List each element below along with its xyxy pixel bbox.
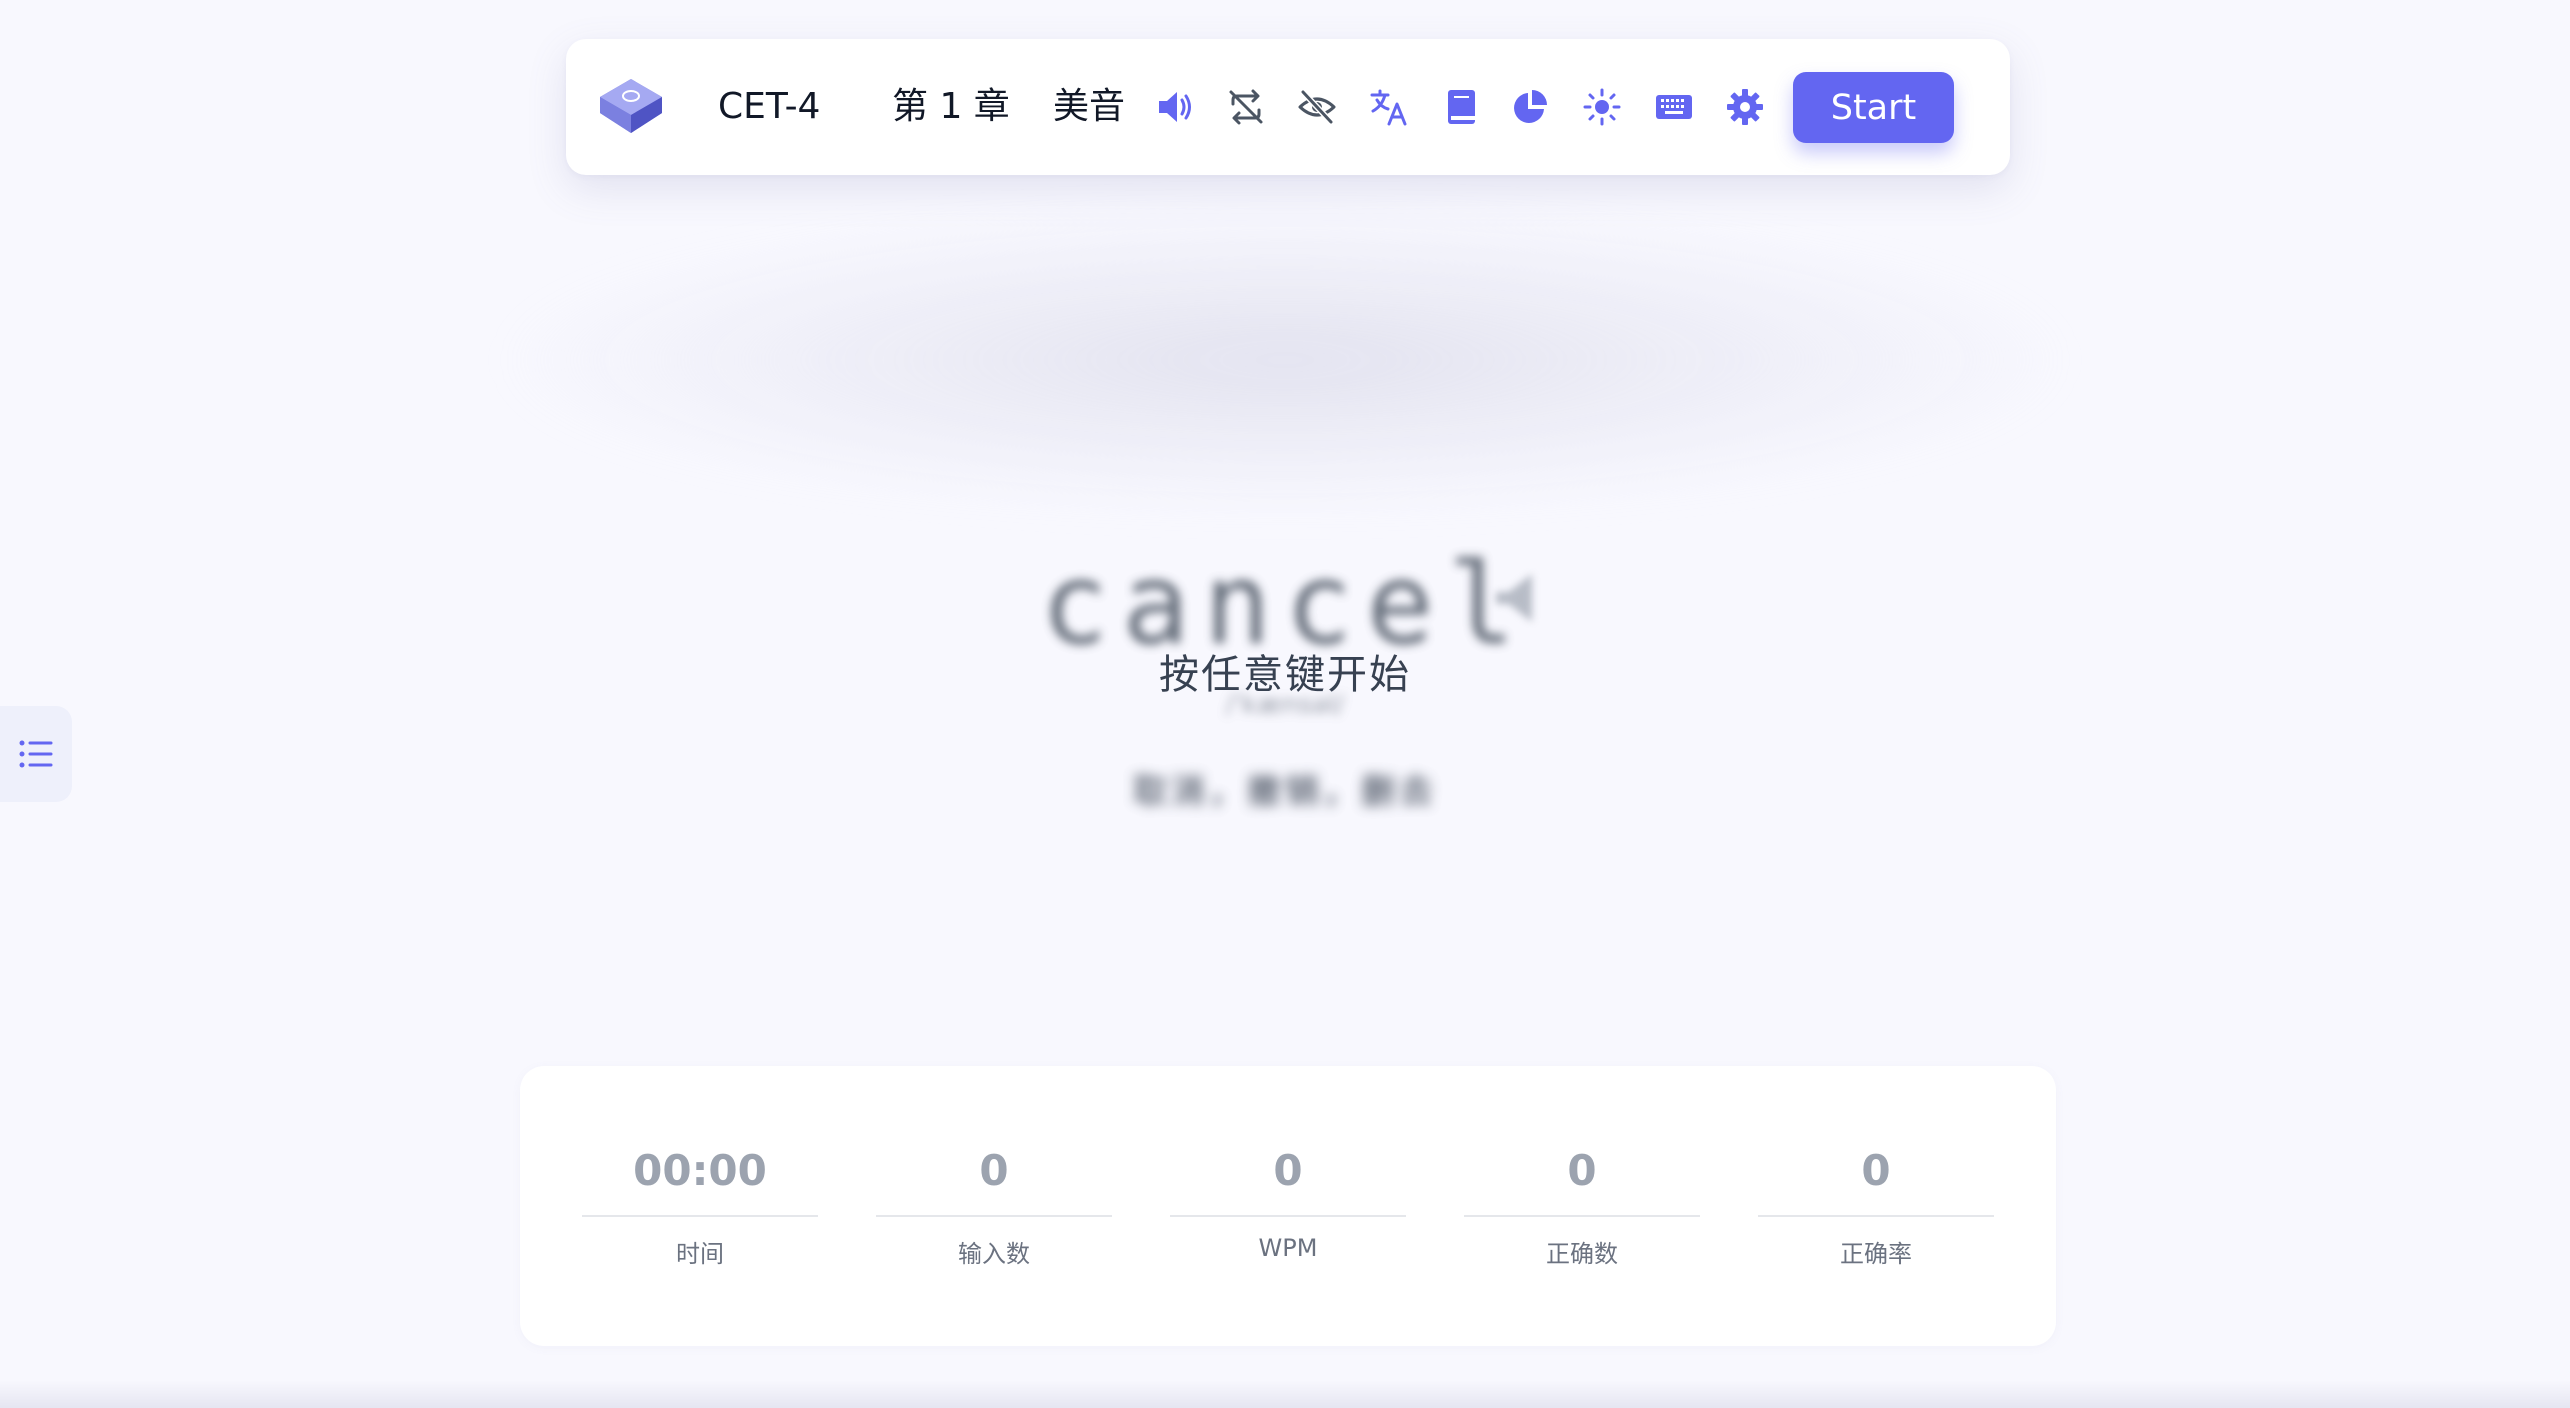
- stat-label: 输入数: [958, 1240, 1030, 1268]
- word-speaker-icon[interactable]: [1492, 568, 1546, 628]
- stat-value: 00:00: [633, 1146, 767, 1195]
- gear-icon[interactable]: [1721, 83, 1769, 131]
- stat-label: 正确数: [1546, 1240, 1618, 1268]
- speaker-icon[interactable]: [1151, 83, 1199, 131]
- stat-divider: [582, 1215, 818, 1217]
- keyboard-icon[interactable]: [1650, 83, 1698, 131]
- bottom-shadow: [0, 1380, 2570, 1408]
- phonetic-blurred: /ˈkænsəl/: [1225, 690, 1345, 720]
- stat-label: 时间: [676, 1240, 724, 1268]
- stat-value: 0: [1861, 1146, 1891, 1195]
- dictionary-selector[interactable]: CET-4: [718, 39, 820, 175]
- stat-accuracy: 0 正确率: [1758, 1066, 1994, 1346]
- word-halo: [510, 210, 2060, 510]
- stat-value: 0: [1567, 1146, 1597, 1195]
- stat-value: 0: [1273, 1146, 1303, 1195]
- word-list-toggle[interactable]: [0, 706, 72, 802]
- stat-divider: [876, 1215, 1112, 1217]
- keyboard-logo-icon[interactable]: [596, 75, 666, 139]
- stat-wpm: 0 WPM: [1170, 1066, 1406, 1346]
- stat-label: WPM: [1258, 1234, 1318, 1262]
- stat-value: 0: [979, 1146, 1009, 1195]
- book-icon[interactable]: [1437, 83, 1485, 131]
- top-toolbar: CET-4 第 1 章 美音 Start: [566, 39, 2010, 175]
- pie-chart-icon[interactable]: [1506, 83, 1554, 131]
- chapter-selector[interactable]: 第 1 章: [892, 39, 1010, 175]
- stat-divider: [1758, 1215, 1994, 1217]
- loop-off-icon[interactable]: [1222, 83, 1270, 131]
- eye-off-icon[interactable]: [1293, 83, 1341, 131]
- sun-icon[interactable]: [1578, 83, 1626, 131]
- translation-blurred: 取消，撤销，删去: [1133, 772, 1437, 812]
- stat-correct-count: 0 正确数: [1464, 1066, 1700, 1346]
- stats-panel: 00:00 时间 0 输入数 0 WPM 0 正确数 0 正确率: [520, 1066, 2056, 1346]
- pronunciation-selector[interactable]: 美音: [1053, 39, 1125, 175]
- list-icon: [19, 740, 53, 768]
- translate-icon[interactable]: [1365, 83, 1413, 131]
- stat-divider: [1170, 1215, 1406, 1217]
- start-button[interactable]: Start: [1793, 72, 1954, 143]
- stat-input-count: 0 输入数: [876, 1066, 1112, 1346]
- stat-divider: [1464, 1215, 1700, 1217]
- stat-label: 正确率: [1840, 1240, 1912, 1268]
- stat-time: 00:00 时间: [582, 1066, 818, 1346]
